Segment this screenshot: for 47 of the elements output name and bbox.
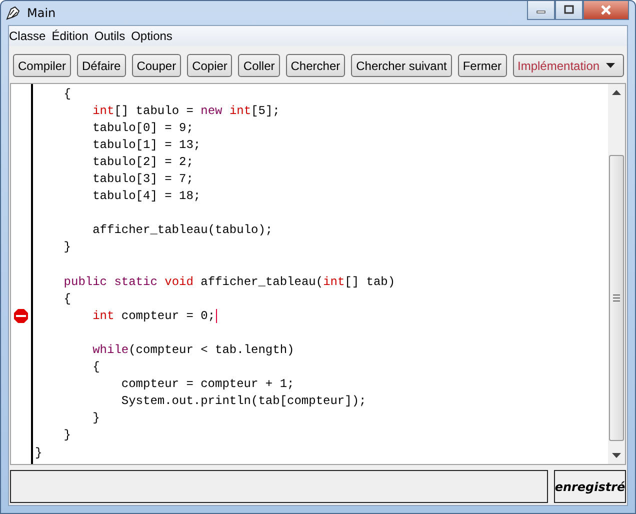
- code-line: }: [92, 411, 100, 426]
- code-line: int compteur = 0;: [92, 308, 216, 323]
- view-dropdown[interactable]: Implémentation: [512, 54, 624, 77]
- menu-item[interactable]: Options: [130, 29, 178, 43]
- code-line: tabulo[3] = 7;: [92, 172, 194, 186]
- code-line: {: [64, 292, 71, 306]
- toolbar-button[interactable]: Coller: [238, 54, 280, 77]
- code-line: while(compteur < tab.length): [92, 342, 294, 357]
- app-icon: [5, 5, 21, 21]
- code-line: tabulo[1] = 13;: [92, 138, 201, 152]
- code-editor[interactable]: [10, 83, 626, 465]
- breakpoint-stop-icon[interactable]: [14, 308, 28, 323]
- scroll-thumb[interactable]: [609, 155, 624, 441]
- code-line: afficher_tableau(tabulo);: [92, 223, 273, 238]
- toolbar-button[interactable]: Couper: [132, 54, 182, 77]
- code-line: tabulo[4] = 18;: [92, 189, 201, 204]
- close-button[interactable]: [583, 1, 629, 20]
- save-status: enregistré: [554, 470, 626, 503]
- code-line: {: [92, 360, 100, 374]
- maximize-icon: [564, 5, 574, 15]
- code-line: {: [64, 86, 71, 101]
- menu-item[interactable]: Outils: [93, 29, 130, 43]
- code-line: tabulo[2] = 2;: [92, 154, 194, 169]
- code-line: }: [64, 240, 71, 254]
- toolbar-button[interactable]: Chercher suivant: [351, 54, 452, 77]
- code-line: }: [35, 446, 42, 460]
- code-line: tabulo[0] = 9;: [92, 120, 194, 135]
- code-line: int[] tabulo = new int[5];: [92, 104, 280, 118]
- code-line: public static void afficher_tableau(int[] tab): [64, 274, 396, 289]
- caret-icon: [606, 63, 615, 68]
- scroll-up-icon[interactable]: [612, 90, 621, 95]
- toolbar-button[interactable]: Copier: [187, 54, 232, 77]
- toolbar-button[interactable]: Fermer: [458, 54, 507, 77]
- toolbar-button[interactable]: Défaire: [77, 54, 126, 77]
- scroll-down-icon[interactable]: [612, 453, 621, 458]
- scrollbar[interactable]: [608, 84, 625, 464]
- code-line: System.out.println(tab[compteur]);: [121, 394, 366, 408]
- toolbar-button[interactable]: Compiler: [13, 54, 72, 77]
- code-line: }: [64, 428, 71, 442]
- code-line: compteur = compteur + 1;: [121, 377, 294, 392]
- minimize-button[interactable]: [527, 1, 555, 20]
- maximize-button[interactable]: [555, 1, 583, 20]
- menu-item[interactable]: Édition: [50, 29, 94, 43]
- window-title: Main: [27, 6, 56, 20]
- close-icon: [600, 5, 612, 15]
- menu-item[interactable]: Classe: [9, 29, 51, 43]
- toolbar-button[interactable]: Chercher: [286, 54, 346, 77]
